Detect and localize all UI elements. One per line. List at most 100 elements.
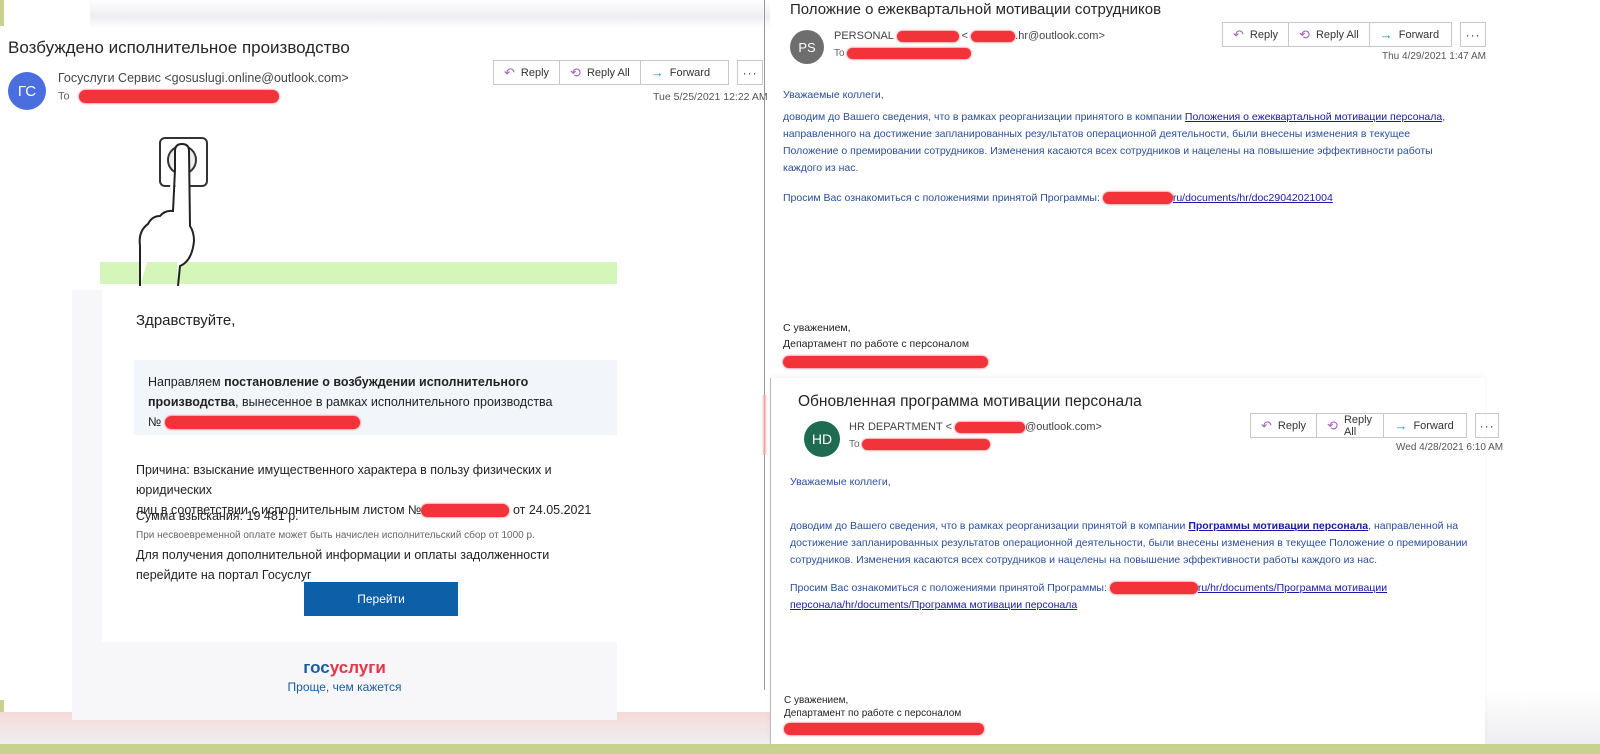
reply-button-group: ↶ Reply ⟲ Reply All → Forward <box>1222 22 1453 47</box>
background-fade <box>1480 690 1600 744</box>
email-body-content: Здравствуйте, Направляем постановление о… <box>102 290 617 642</box>
program-paragraph: Просим Вас ознакомиться с положениями пр… <box>783 190 1333 207</box>
message-actions: ↶ Reply ⟲ Reply All → Forward ··· <box>493 60 764 85</box>
reply-label: Reply <box>1277 419 1307 432</box>
sender-name: PERSONAL <box>834 30 894 42</box>
email-hr-department: Обновленная программа мотивации персонал… <box>770 378 1503 744</box>
reply-all-button[interactable]: ⟲ Reply All <box>1317 413 1385 438</box>
reply-icon: ↶ <box>1261 417 1272 433</box>
recipient: To <box>834 48 972 60</box>
reason-line: Причина: взыскание имущественного характ… <box>136 463 552 497</box>
redacted-recipient <box>862 439 991 450</box>
redacted-domain <box>1102 192 1173 205</box>
reply-icon: ↶ <box>504 64 515 80</box>
forward-label: Forward <box>1413 419 1454 432</box>
forward-button[interactable]: → Forward <box>1384 414 1465 437</box>
to-label: To <box>834 48 845 60</box>
forward-button[interactable]: → Forward <box>1370 23 1451 46</box>
redacted-email <box>955 421 1026 433</box>
body-paragraph: доводим до Вашего сведения, что в рамках… <box>790 518 1480 569</box>
slide-footer-bar <box>0 744 1600 754</box>
slide-accent <box>0 0 4 26</box>
reply-button[interactable]: ↶ Reply <box>1251 414 1318 437</box>
slogan: Проще, чем кажется <box>287 680 402 694</box>
body-text: Просим Вас ознакомиться с положениями пр… <box>790 582 1107 594</box>
redacted-case-number <box>164 416 360 430</box>
sender: HR DEPARTMENT < @outlook.com> <box>849 421 1102 433</box>
gosuslugi-logo: госуслуги <box>72 658 617 678</box>
amount-text: Сумма взыскания: 19 481 р. <box>136 509 299 523</box>
reply-label: Reply <box>520 66 550 79</box>
reply-label: Reply <box>1249 28 1279 41</box>
recipient: To <box>58 90 279 103</box>
redacted-name <box>896 30 959 42</box>
more-actions-button[interactable]: ··· <box>1460 22 1487 47</box>
email-subject: Положние о ежеквартальной мотивации сотр… <box>790 1 1162 18</box>
notice-text: Направляем <box>148 375 225 389</box>
email-banner <box>100 136 617 286</box>
logo-part: гос <box>303 658 330 677</box>
more-actions-button[interactable]: ··· <box>1474 413 1500 438</box>
reply-all-button[interactable]: ⟲ Reply All <box>1289 23 1370 46</box>
bracket: < <box>961 30 969 42</box>
email-personal-hr: Положние о ежеквартальной мотивации сотр… <box>770 0 1600 378</box>
program-paragraph: Просим Вас ознакомиться с положениями пр… <box>790 580 1480 614</box>
go-button[interactable]: Перейти <box>304 582 458 616</box>
notice-box: Направляем постановление о возбуждении и… <box>134 360 617 435</box>
forward-icon: → <box>1394 418 1408 433</box>
body-text: Просим Вас ознакомиться с положениями пр… <box>783 192 1100 204</box>
document-link[interactable]: ru/hr/documents/Программа мотивации <box>1198 582 1387 594</box>
email-gosuslugi: Возбуждено исполнительное производство Г… <box>0 28 770 720</box>
finger-press-button-icon <box>138 137 208 286</box>
redacted-domain <box>1109 582 1198 595</box>
sender-avatar: PS <box>790 30 824 64</box>
reply-button[interactable]: ↶ Reply <box>1223 23 1290 46</box>
panel-divider <box>764 0 765 690</box>
forward-button[interactable]: → Forward <box>641 61 728 84</box>
more-info-text: Для получения дополнительной информации … <box>136 548 550 582</box>
forward-label: Forward <box>669 66 711 79</box>
message-actions: ↶ Reply ⟲ Reply All → Forward ··· <box>1250 413 1500 438</box>
reply-all-button[interactable]: ⟲ Reply All <box>560 61 641 84</box>
message-actions: ↶ Reply ⟲ Reply All → Forward ··· <box>1222 22 1487 47</box>
sender-name: HR DEPARTMENT < <box>849 421 952 433</box>
redacted-signature <box>783 356 988 369</box>
greeting: Уважаемые коллеги, <box>790 476 891 488</box>
program-link[interactable]: Программы мотивации персонала <box>1188 520 1368 532</box>
reply-all-label: Reply All <box>586 66 630 79</box>
sender: Госуслуги Сервис <gosuslugi.online@outlo… <box>58 71 349 85</box>
redacted-email <box>971 30 1016 42</box>
forward-icon: → <box>650 65 664 80</box>
more-actions-button[interactable]: ··· <box>737 60 764 85</box>
email-date: Thu 4/29/2021 1:47 AM <box>1382 51 1486 62</box>
sender-email: @outlook.com> <box>1025 421 1102 433</box>
sender-avatar: ГС <box>8 72 46 110</box>
reply-all-icon: ⟲ <box>570 64 581 80</box>
redacted-recipient <box>78 90 279 103</box>
email-body-card: Здравствуйте, Направляем постановление о… <box>72 290 617 720</box>
document-link[interactable]: ru/documents/hr/doc29042021004 <box>1173 192 1333 204</box>
body-text: доводим до Вашего сведения, что в рамках… <box>790 520 1189 532</box>
redacted-signature <box>784 723 984 735</box>
email-date: Wed 4/28/2021 6:10 AM <box>1396 442 1504 453</box>
forward-icon: → <box>1379 27 1393 42</box>
document-link[interactable]: персонала/hr/documents/Программа мотивац… <box>790 599 1077 611</box>
reply-all-label: Reply All <box>1343 413 1373 438</box>
email-subject: Возбуждено исполнительное производство <box>8 38 350 57</box>
signature-closing: С уважением, <box>784 695 849 706</box>
reply-button-group: ↶ Reply ⟲ Reply All → Forward <box>493 60 730 85</box>
signature: С уважением, Департамент по работе с пер… <box>784 694 984 735</box>
signature-closing: С уважением, <box>783 322 851 334</box>
sender-email: .hr@outlook.com> <box>1015 30 1105 42</box>
policy-link[interactable]: Положения о ежеквартальной мотивации пер… <box>1185 111 1442 123</box>
reply-button-group: ↶ Reply ⟲ Reply All → Forward <box>1250 413 1467 438</box>
forward-label: Forward <box>1398 28 1440 41</box>
reply-button[interactable]: ↶ Reply <box>494 61 561 84</box>
email-date: Tue 5/25/2021 12:22 AM <box>653 91 768 103</box>
signature-department: Департамент по работе с персоналом <box>784 708 962 719</box>
sender: PERSONAL < .hr@outlook.com> <box>834 30 1105 42</box>
signature-department: Департамент по работе с персоналом <box>783 338 970 350</box>
reply-all-label: Reply All <box>1315 28 1359 41</box>
email-subject: Обновленная программа мотивации персонал… <box>798 393 1142 410</box>
reply-icon: ↶ <box>1233 26 1244 42</box>
